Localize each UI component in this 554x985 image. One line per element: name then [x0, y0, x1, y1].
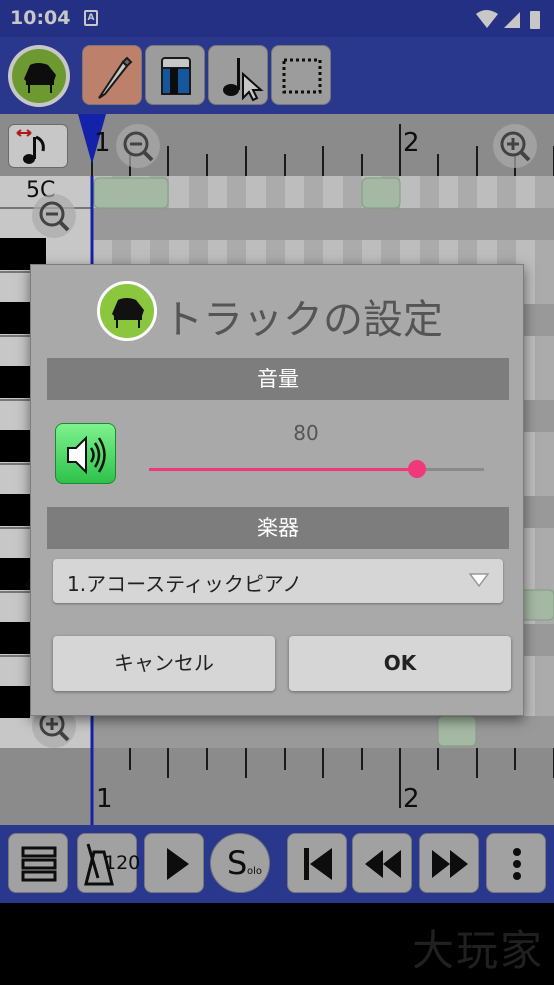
volume-slider-fill: [149, 468, 417, 471]
instrument-selected-value: 1.アコースティックピアノ: [67, 572, 303, 596]
volume-section-header: 音量: [47, 358, 509, 400]
cancel-button[interactable]: キャンセル: [53, 636, 275, 691]
instrument-section-header: 楽器: [47, 507, 509, 549]
volume-slider-thumb[interactable]: [408, 460, 426, 478]
dialog-title: トラックの設定: [163, 297, 443, 343]
piano-icon: [97, 281, 157, 341]
speaker-icon[interactable]: [55, 423, 116, 484]
dropdown-arrow-icon: [469, 573, 489, 587]
instrument-select[interactable]: 1.アコースティックピアノ: [53, 559, 503, 603]
ok-button[interactable]: OK: [289, 636, 511, 691]
volume-value: 80: [293, 421, 319, 445]
volume-slider[interactable]: [149, 460, 484, 478]
track-settings-dialog: トラックの設定 音量 80 楽器 1.アコースティックピアノ キャンセル OK: [30, 264, 524, 716]
